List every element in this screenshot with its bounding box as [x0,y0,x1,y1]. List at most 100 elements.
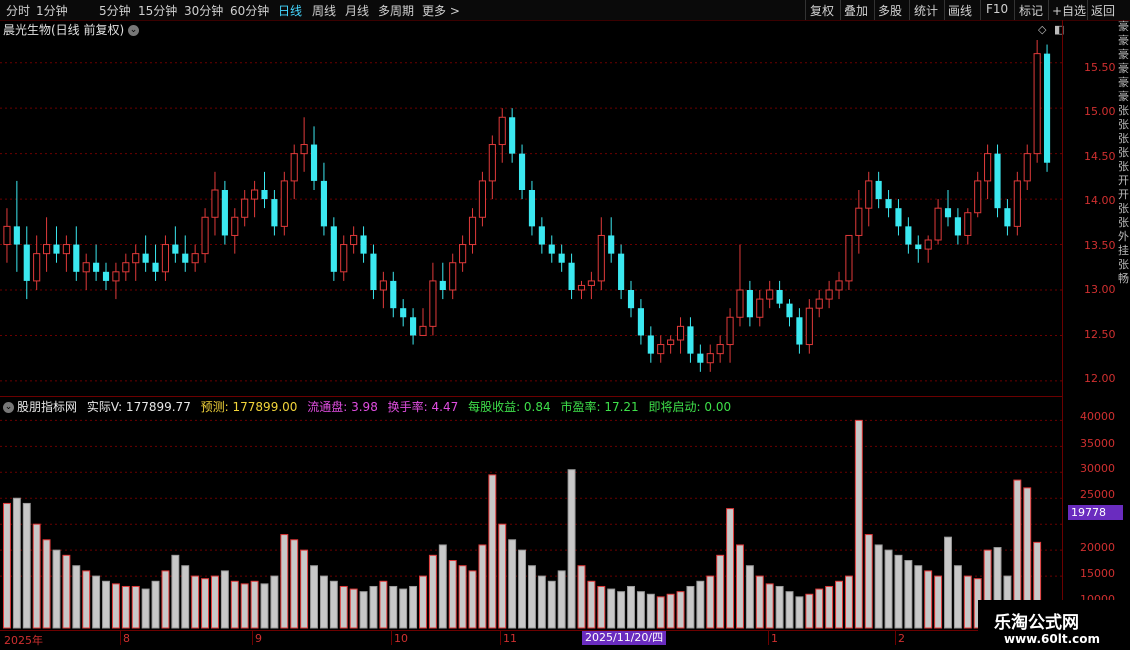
candle-body [320,180,328,227]
candle-body [379,280,387,291]
candle-body [1033,53,1041,155]
volume-bar [42,539,51,629]
chart-canvas[interactable] [0,40,1063,630]
candle-body [102,271,110,281]
volume-bar [171,554,180,629]
toolbar-divider [874,0,875,20]
date-tick [768,631,769,645]
stock-title: 晨光生物(日线 前复权) [3,23,125,37]
period-tab-1min[interactable]: 1分钟 [36,2,68,19]
candle-body [62,244,70,255]
period-tab-60min[interactable]: 60分钟 [230,2,269,19]
candle-body [687,326,694,354]
volume-bar [686,585,695,629]
candle-body [518,153,526,190]
volume-bar [389,585,398,629]
volume-bar [597,585,606,629]
candle-body [419,325,427,336]
volume-bar [369,585,378,629]
volume-bar [300,549,309,629]
grid-lines [0,62,1062,577]
candle-body [568,262,575,290]
diamond-icon[interactable]: ◇ [1038,23,1046,36]
candle-body [73,244,80,272]
candle-body [112,271,120,282]
volume-bar [290,539,299,629]
toolbar-divider [1048,0,1049,20]
toolbar-divider [909,0,910,20]
candle-body [627,290,635,309]
volume-bar [448,560,457,629]
volume-bar [260,583,269,629]
multi-stock-button[interactable]: 多股 [878,2,902,19]
date-tick [120,631,121,645]
volume-bar [547,580,556,629]
strip-char: 畅 [1118,272,1129,285]
overlay-button[interactable]: 叠加 [844,2,868,19]
chevron-down-icon[interactable]: ⌄ [128,25,140,36]
toolbar-divider [1014,0,1015,20]
volume-bar [329,580,338,629]
restore-rights-button[interactable]: 复权 [810,2,834,19]
strip-char: 外 [1118,230,1129,243]
volume-bar [755,575,764,629]
volume-bar [944,536,952,629]
candle-body [132,253,140,264]
volume-bar [716,554,725,629]
period-tab-15min[interactable]: 15分钟 [138,2,177,19]
candle-body [716,344,724,355]
add-watchlist-button[interactable]: +自选 [1052,2,1086,19]
volume-bar [280,534,289,629]
volume-bar [627,585,635,629]
period-tab-fenshi[interactable]: 分时 [6,2,30,19]
period-tab-multi[interactable]: 多周期 [378,2,414,19]
candle-body [122,262,130,273]
candle-body [221,190,228,236]
toolbar-divider [980,0,981,20]
chevron-down-icon[interactable]: ⌄ [3,402,14,413]
volume-bar [745,565,754,629]
period-tab-daily[interactable]: 日线 [278,2,302,19]
volume-bar [736,544,744,629]
volume-bar [676,591,685,629]
f10-button[interactable]: F10 [986,2,1008,16]
candle-body [865,180,873,209]
draw-line-button[interactable]: 画线 [948,2,972,19]
volume-bar [121,585,130,629]
candle-body [201,216,209,255]
volume-bar [220,570,229,629]
cursor-date-tag: 2025/11/20/四 [582,631,667,645]
volume-bar [577,565,586,629]
volume-bar [111,583,120,629]
stock-title-bar: 晨光生物(日线 前复权) ⌄ [0,21,140,39]
volume-bar [884,549,893,629]
toolbar-divider [805,0,806,20]
volume-bar [240,583,249,629]
volume-bar [102,580,110,629]
period-tab-30min[interactable]: 30分钟 [184,2,223,19]
strip-char: 张 [1118,132,1129,145]
period-tab-5min[interactable]: 5分钟 [99,2,131,19]
candle-body [429,280,437,327]
period-tab-weekly[interactable]: 周线 [312,2,336,19]
right-info-strip: 豪 豪 豪 豪 豪 豪 张 张 张 张 张 开 开 张 张 外 挂 张 畅 [1118,20,1130,400]
period-tab-monthly[interactable]: 月线 [345,2,369,19]
toolbar: 分时 1分钟 5分钟 15分钟 30分钟 60分钟 日线 周线 月线 多周期 更… [0,0,1130,21]
candle-body [597,234,605,282]
candle-body [261,190,268,200]
mark-button[interactable]: 标记 [1019,2,1043,19]
volume-bar [181,565,190,629]
candle-body [459,244,467,264]
candle-body [449,262,457,291]
more-periods-button[interactable]: 更多 > [422,2,460,19]
volume-bar [151,580,160,629]
candle-body [924,239,932,250]
date-label: 8 [123,632,130,645]
candle-body [211,189,219,218]
back-button[interactable]: 返回 [1091,2,1115,19]
statistics-button[interactable]: 统计 [914,2,938,19]
candle-body [350,234,358,246]
strip-char: 豪 [1118,76,1129,89]
candle-body [855,207,863,236]
candle-body [618,253,625,290]
